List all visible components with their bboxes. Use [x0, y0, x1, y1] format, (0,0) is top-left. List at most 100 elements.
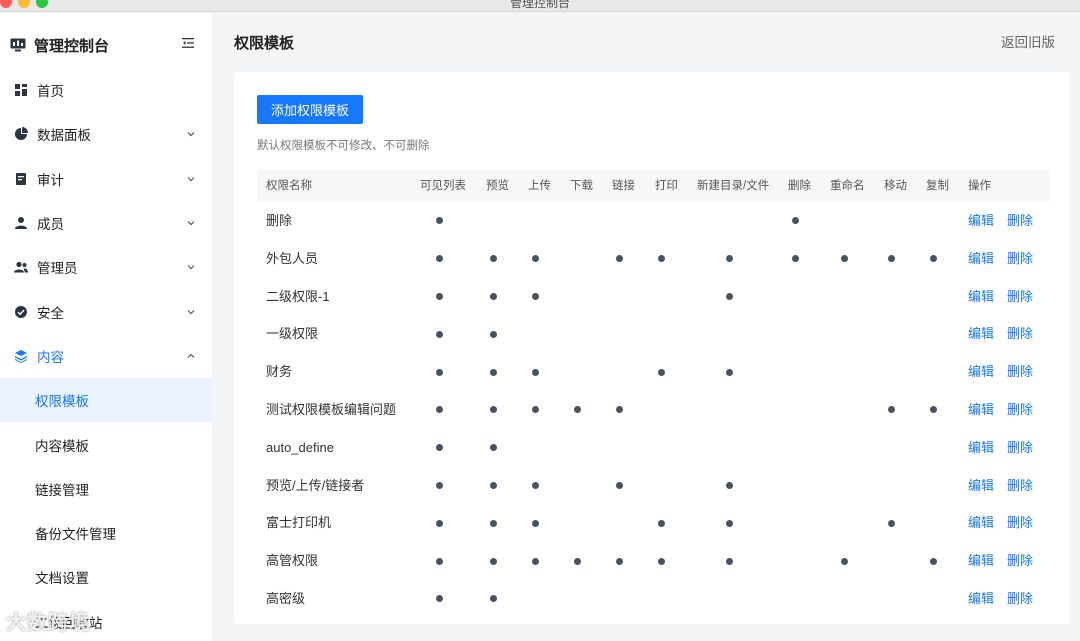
permission-enabled-dot: [531, 557, 539, 565]
chevron-down-icon: [187, 265, 195, 270]
template-name: 一级权限: [266, 326, 319, 342]
sidebar-item-label: 安全: [37, 305, 64, 321]
collapse-sidebar-icon[interactable]: [182, 37, 196, 49]
delete-link[interactable]: 删除: [1007, 278, 1033, 316]
permission-enabled-dot: [435, 519, 443, 527]
sidebar-item-home[interactable]: 首页: [0, 68, 212, 112]
edit-link[interactable]: 编辑: [968, 429, 994, 467]
sidebar-item-audit[interactable]: 审计: [0, 157, 212, 201]
sidebar-item-content[interactable]: 内容: [0, 334, 212, 378]
permission-enabled-dot: [840, 557, 848, 565]
edit-link[interactable]: 编辑: [968, 278, 994, 316]
permission-enabled-dot: [489, 444, 497, 452]
pie-chart-icon: [15, 127, 28, 141]
sidebar-item-admins[interactable]: 管理员: [0, 245, 212, 289]
edit-link[interactable]: 编辑: [968, 240, 994, 278]
delete-link[interactable]: 删除: [1007, 429, 1033, 467]
watermark: 大数跨境: [6, 612, 90, 634]
template-name: 预览/上传/链接者: [266, 477, 365, 493]
permission-enabled-dot: [489, 255, 497, 263]
template-name: 删除: [266, 213, 293, 228]
permission-enabled-dot: [615, 255, 623, 263]
table-row: 一级权限 编辑 删除: [257, 315, 1050, 353]
permission-enabled-dot: [531, 481, 539, 489]
column-header: 权限名称: [266, 180, 312, 192]
edit-link[interactable]: 编辑: [968, 315, 994, 353]
table-row: auto_define 编辑 删除: [257, 429, 1050, 467]
chevron-down-icon: [187, 221, 195, 226]
sidebar-subitem-label: 权限模板: [35, 394, 89, 410]
sidebar-item-data-panel[interactable]: 数据面板: [0, 112, 212, 156]
sidebar-subitem-permission-templates[interactable]: 权限模板: [0, 378, 212, 423]
permission-enabled-dot: [725, 519, 733, 527]
template-name: 外包人员: [266, 250, 319, 266]
chevron-down-icon: [187, 132, 195, 137]
edit-link[interactable]: 编辑: [968, 391, 994, 429]
sidebar-item-security[interactable]: 安全: [0, 289, 212, 333]
sidebar-item-label: 首页: [37, 84, 64, 100]
add-permission-template-button[interactable]: 添加权限模板: [257, 95, 363, 124]
sidebar-item-label: 审计: [37, 172, 64, 188]
permission-enabled-dot: [489, 557, 497, 565]
layers-icon: [15, 349, 27, 363]
permission-enabled-dot: [657, 368, 665, 376]
delete-link[interactable]: 删除: [1007, 391, 1033, 429]
delete-link[interactable]: 删除: [1007, 240, 1033, 278]
permission-enabled-dot: [435, 368, 443, 376]
edit-link[interactable]: 编辑: [968, 504, 994, 542]
permission-enabled-dot: [435, 217, 443, 225]
permission-enabled-dot: [725, 368, 733, 376]
column-header: 可见列表: [420, 180, 466, 192]
console-icon: [10, 38, 26, 52]
edit-link[interactable]: 编辑: [968, 542, 994, 580]
sidebar-item-label: 数据面板: [37, 128, 91, 144]
permission-enabled-dot: [929, 255, 937, 263]
permission-enabled-dot: [435, 330, 443, 338]
sidebar-subitem-document-settings[interactable]: 文档设置: [0, 555, 212, 599]
sidebar-subitem-content-templates[interactable]: 内容模板: [0, 422, 212, 466]
delete-link[interactable]: 删除: [1007, 504, 1033, 542]
brand: 管理控制台: [10, 34, 109, 56]
edit-link[interactable]: 编辑: [968, 353, 994, 391]
back-to-old-version-link[interactable]: 返回旧版: [1001, 31, 1055, 51]
delete-link[interactable]: 删除: [1007, 542, 1033, 580]
delete-link[interactable]: 删除: [1007, 202, 1033, 240]
column-header: 移动: [884, 180, 907, 192]
permission-enabled-dot: [435, 292, 443, 300]
template-name: auto_define: [266, 439, 334, 455]
permission-enabled-dot: [929, 557, 937, 565]
table-header: 权限名称 可见列表 预览 上传 下载 链接 打印 新建目录/文件 删除 重命名 移动 复制 操作: [257, 170, 1050, 202]
edit-link[interactable]: 编辑: [968, 467, 994, 505]
sidebar-subitem-label: 链接管理: [35, 482, 89, 498]
table-row: 外包人员 编辑 删除: [257, 240, 1050, 278]
edit-link[interactable]: 编辑: [968, 580, 994, 618]
permission-enabled-dot: [929, 406, 937, 414]
sidebar-item-label: 管理员: [37, 261, 78, 277]
edit-link[interactable]: 编辑: [968, 202, 994, 240]
sidebar-subitem-backup-files[interactable]: 备份文件管理: [0, 511, 212, 555]
template-name: 富士打印机: [266, 515, 332, 531]
column-header: 重命名: [830, 180, 865, 192]
table-row: 测试权限模板编辑问题 编辑 删除: [257, 391, 1050, 429]
content-card: 添加权限模板 默认权限模板不可修改、不可删除 权限名称 可见列表 预览 上传 下载 链接 打…: [234, 72, 1069, 624]
user-icon: [15, 217, 27, 230]
permission-enabled-dot: [573, 557, 581, 565]
delete-link[interactable]: 删除: [1007, 580, 1033, 618]
delete-link[interactable]: 删除: [1007, 467, 1033, 505]
page-title: 权限模板: [234, 35, 295, 52]
sidebar-item-members[interactable]: 成员: [0, 201, 212, 245]
sidebar-subitem-link-management[interactable]: 链接管理: [0, 467, 212, 511]
delete-link[interactable]: 删除: [1007, 353, 1033, 391]
permission-enabled-dot: [887, 255, 895, 263]
permission-enabled-dot: [657, 557, 665, 565]
permission-enabled-dot: [489, 519, 497, 527]
permission-enabled-dot: [657, 255, 665, 263]
permission-enabled-dot: [435, 481, 443, 489]
permission-enabled-dot: [657, 519, 665, 527]
chevron-up-icon: [187, 353, 195, 358]
window-titlebar: 管理控制台: [0, 0, 1080, 12]
permission-enabled-dot: [615, 406, 623, 414]
permission-enabled-dot: [489, 330, 497, 338]
permission-enabled-dot: [840, 255, 848, 263]
delete-link[interactable]: 删除: [1007, 315, 1033, 353]
